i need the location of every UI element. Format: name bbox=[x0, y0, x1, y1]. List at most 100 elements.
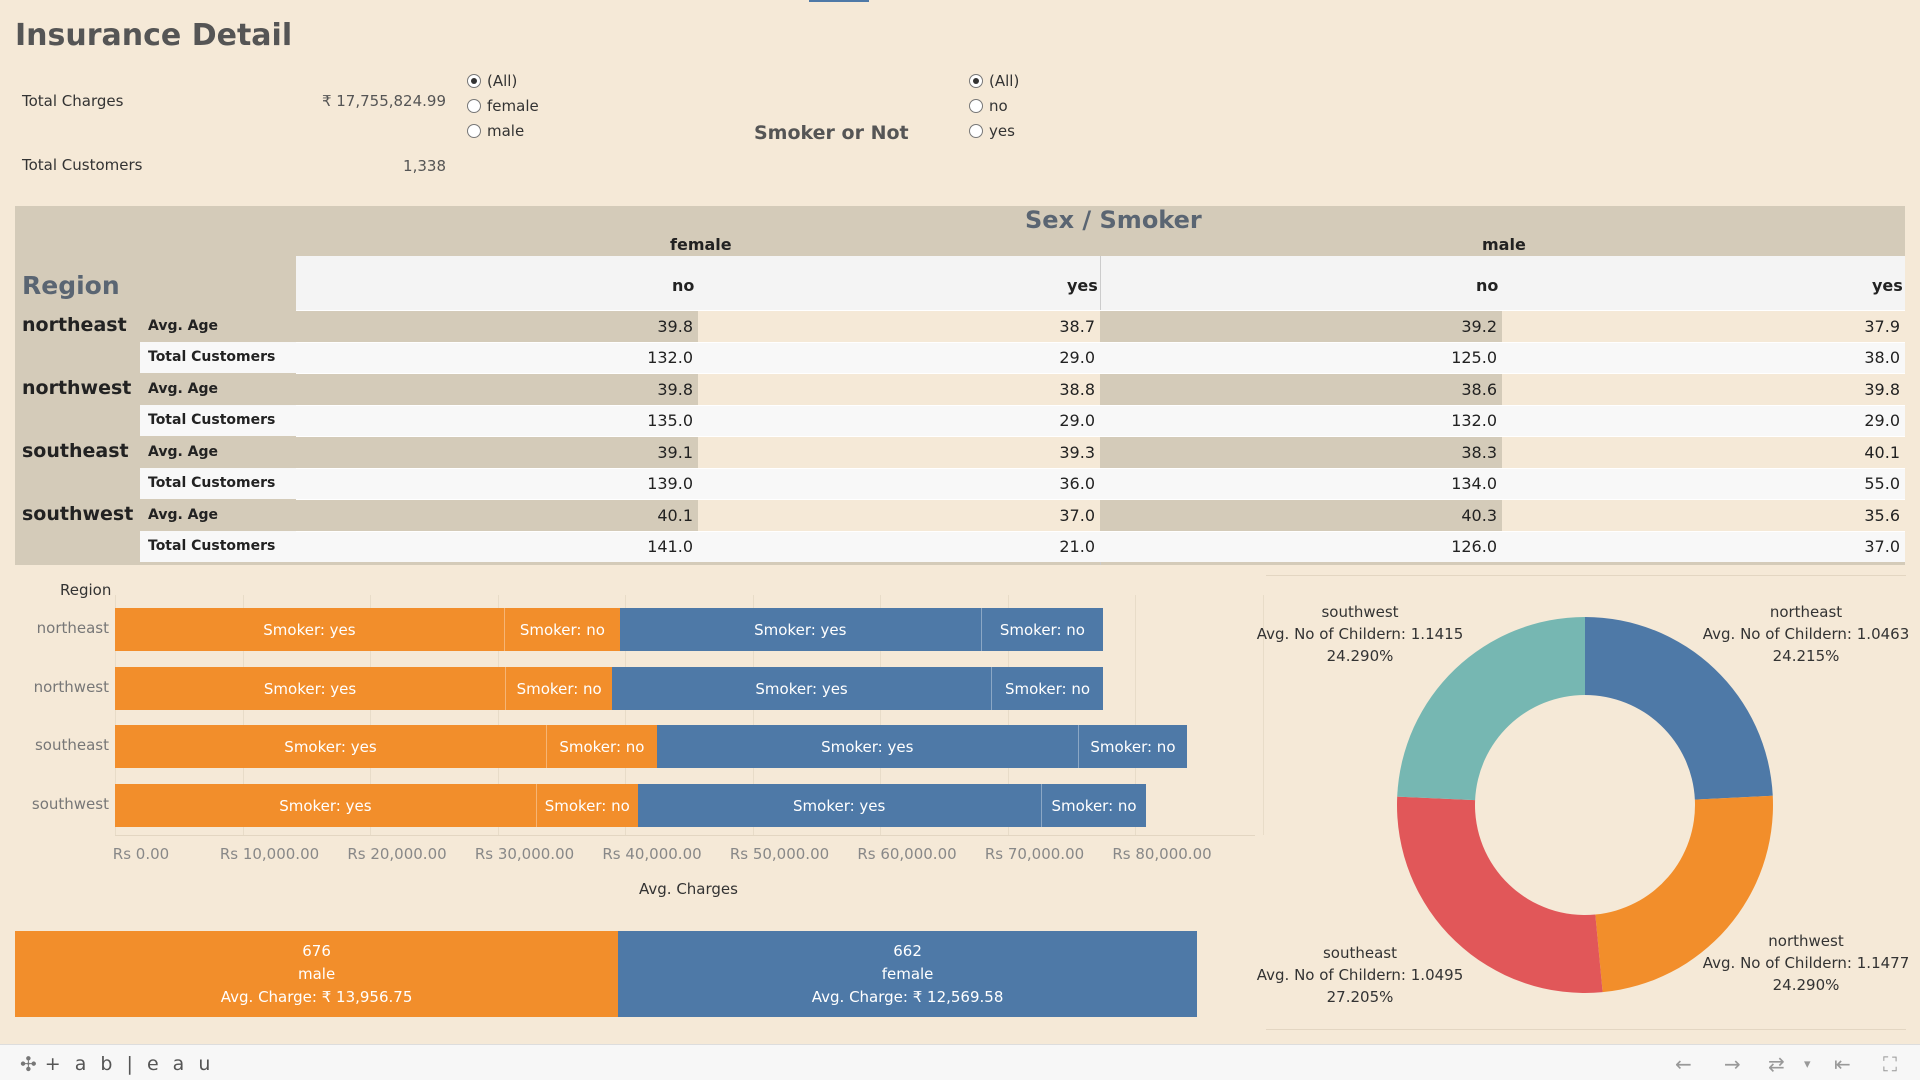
first-page-icon[interactable]: ⇤ bbox=[1834, 1052, 1851, 1076]
measure-label: Total Customers bbox=[140, 467, 296, 499]
redo-icon[interactable]: → bbox=[1724, 1052, 1741, 1076]
sex-bar-male[interactable]: 676 male Avg. Charge: ₹ 13,956.75 bbox=[15, 931, 619, 1017]
table-cell: 132.0 bbox=[1100, 404, 1502, 436]
sex-bar-female[interactable]: 662 female Avg. Charge: ₹ 12,569.58 bbox=[618, 931, 1197, 1017]
table-cell: 39.8 bbox=[296, 373, 698, 405]
donut-label-line: 24.215% bbox=[1772, 647, 1840, 665]
table-cell: 135.0 bbox=[296, 404, 698, 436]
bar-label: Smoker: yes bbox=[284, 737, 377, 756]
bar-label: Smoker: yes bbox=[793, 796, 886, 815]
donut-label-line: southwest bbox=[1321, 603, 1399, 621]
x-tick-label: Rs 40,000.00 bbox=[602, 845, 702, 863]
bar-segment-male-smoker-yes[interactable]: Smoker: yes bbox=[637, 784, 1041, 827]
table-cell: 126.0 bbox=[1100, 530, 1502, 562]
row-header-region-northeast: northeast bbox=[22, 314, 127, 336]
measure-label: Total Customers bbox=[140, 530, 296, 562]
donut-label-line: Avg. No of Childern: 1.1415 bbox=[1256, 625, 1464, 643]
tableau-mark-icon: ✣ bbox=[20, 1052, 41, 1076]
table-cell: 39.2 bbox=[1100, 310, 1502, 342]
table-cell: 36.0 bbox=[698, 467, 1100, 499]
divider bbox=[1266, 1029, 1906, 1030]
table-cell: 40.1 bbox=[296, 499, 698, 531]
revert-icon[interactable]: ⇄ bbox=[1768, 1052, 1785, 1076]
smoker-option-all[interactable]: (All) bbox=[969, 68, 1019, 93]
category-label: southeast bbox=[34, 736, 109, 754]
bar-segment-female-smoker-yes[interactable]: Smoker: yes bbox=[115, 667, 506, 710]
bar-label: Smoker: no bbox=[516, 679, 602, 698]
table-cell: 35.6 bbox=[1502, 499, 1905, 531]
table-cell: 39.1 bbox=[296, 436, 698, 468]
row-header-region-southwest: southwest bbox=[22, 503, 134, 525]
radio-icon[interactable] bbox=[467, 98, 481, 113]
donut-label-line: northwest bbox=[1768, 932, 1844, 950]
sex-option-female[interactable]: female bbox=[467, 93, 539, 118]
col-header-female: female bbox=[670, 235, 732, 254]
bar-segment-male-smoker-yes[interactable]: Smoker: yes bbox=[619, 608, 981, 651]
footer-bar bbox=[0, 1044, 1920, 1080]
col-header-male-no: no bbox=[1476, 276, 1499, 295]
table-cell: 29.0 bbox=[1502, 404, 1905, 436]
undo-icon[interactable]: ← bbox=[1675, 1052, 1692, 1076]
bar-segment-female-smoker-yes[interactable]: Smoker: yes bbox=[115, 608, 504, 651]
bar-segment-female-smoker-no[interactable]: Smoker: no bbox=[545, 725, 657, 768]
x-tick-label: Rs 30,000.00 bbox=[474, 845, 575, 863]
sex-bar-label: Avg. Charge: ₹ 12,569.58 bbox=[811, 987, 1004, 1006]
bar-segment-male-smoker-no[interactable]: Smoker: no bbox=[980, 608, 1104, 651]
crosstab-title: Sex / Smoker bbox=[1025, 206, 1202, 234]
bar-label: Smoker: no bbox=[559, 737, 645, 756]
bar-segment-female-smoker-no[interactable]: Smoker: no bbox=[535, 784, 638, 827]
bar-segment-female-smoker-no[interactable]: Smoker: no bbox=[505, 667, 613, 710]
measure-label: Avg. Age bbox=[140, 499, 296, 531]
bar-segment-male-smoker-yes[interactable]: Smoker: yes bbox=[656, 725, 1078, 768]
x-tick-label: Rs 80,000.00 bbox=[1112, 845, 1212, 863]
col-header-male: male bbox=[1482, 235, 1526, 254]
bar-label: Smoker: yes bbox=[263, 679, 357, 698]
bar-segment-male-smoker-no[interactable]: Smoker: no bbox=[1077, 725, 1188, 768]
tableau-logo: ✣ + a b | e a u bbox=[20, 1052, 215, 1076]
table-cell: 134.0 bbox=[1100, 467, 1502, 499]
sex-option-male[interactable]: male bbox=[467, 118, 539, 143]
donut-label-line: 24.290% bbox=[1326, 647, 1394, 665]
bar-label: Smoker: no bbox=[544, 796, 630, 815]
donut-label-line: northeast bbox=[1769, 603, 1843, 621]
radio-selected-icon[interactable] bbox=[467, 73, 481, 88]
col-header-male-yes: yes bbox=[1872, 276, 1903, 295]
donut-label-northeast: northeast Avg. No of Childern: 1.0463 24.2… bbox=[1703, 601, 1910, 667]
total-customers-value: 1,338 bbox=[403, 157, 446, 175]
smoker-filter-title: Smoker or Not bbox=[754, 122, 909, 144]
x-tick-label: Rs 10,000.00 bbox=[219, 845, 320, 863]
smoker-option-no[interactable]: no bbox=[969, 93, 1019, 118]
table-cell: 39.8 bbox=[1502, 373, 1905, 405]
donut-label-line: 27.205% bbox=[1326, 988, 1394, 1006]
sex-filter: (All) female male bbox=[467, 68, 539, 143]
page-title: Insurance Detail bbox=[15, 18, 293, 53]
table-cell: 37.9 bbox=[1502, 310, 1905, 342]
table-cell: 38.0 bbox=[1502, 341, 1905, 373]
measure-label: Avg. Age bbox=[140, 310, 296, 342]
sex-bar-label: male bbox=[297, 964, 336, 983]
smoker-option-yes[interactable]: yes bbox=[969, 118, 1019, 143]
table-cell: 21.0 bbox=[698, 530, 1100, 562]
radio-selected-icon[interactable] bbox=[969, 73, 983, 88]
fullscreen-icon[interactable]: ⛶ bbox=[1883, 1052, 1897, 1076]
bar-segment-female-smoker-no[interactable]: Smoker: no bbox=[503, 608, 620, 651]
radio-icon[interactable] bbox=[969, 123, 983, 138]
total-charges-value: ₹ 17,755,824.99 bbox=[321, 92, 446, 110]
bar-segment-male-smoker-no[interactable]: Smoker: no bbox=[1040, 784, 1147, 827]
table-cell: 39.3 bbox=[698, 436, 1100, 468]
radio-icon[interactable] bbox=[467, 123, 481, 138]
x-axis-line bbox=[115, 835, 1255, 836]
bar-segment-female-smoker-yes[interactable]: Smoker: yes bbox=[115, 784, 536, 827]
bar-segment-male-smoker-yes[interactable]: Smoker: yes bbox=[612, 667, 991, 710]
table-cell: 39.8 bbox=[296, 310, 698, 342]
sex-option-all[interactable]: (All) bbox=[467, 68, 539, 93]
table-cell: 40.3 bbox=[1100, 499, 1502, 531]
sex-bar-label: 676 bbox=[302, 941, 331, 960]
row-header-region-southeast: southeast bbox=[22, 440, 129, 462]
revert-dropdown-icon[interactable]: ▾ bbox=[1804, 1057, 1811, 1072]
bar-segment-female-smoker-yes[interactable]: Smoker: yes bbox=[115, 725, 546, 768]
radio-icon[interactable] bbox=[969, 98, 983, 113]
bar-segment-male-smoker-no[interactable]: Smoker: no bbox=[990, 667, 1104, 710]
x-tick-label: Rs 70,000.00 bbox=[984, 845, 1085, 863]
category-label: northeast bbox=[36, 619, 109, 637]
